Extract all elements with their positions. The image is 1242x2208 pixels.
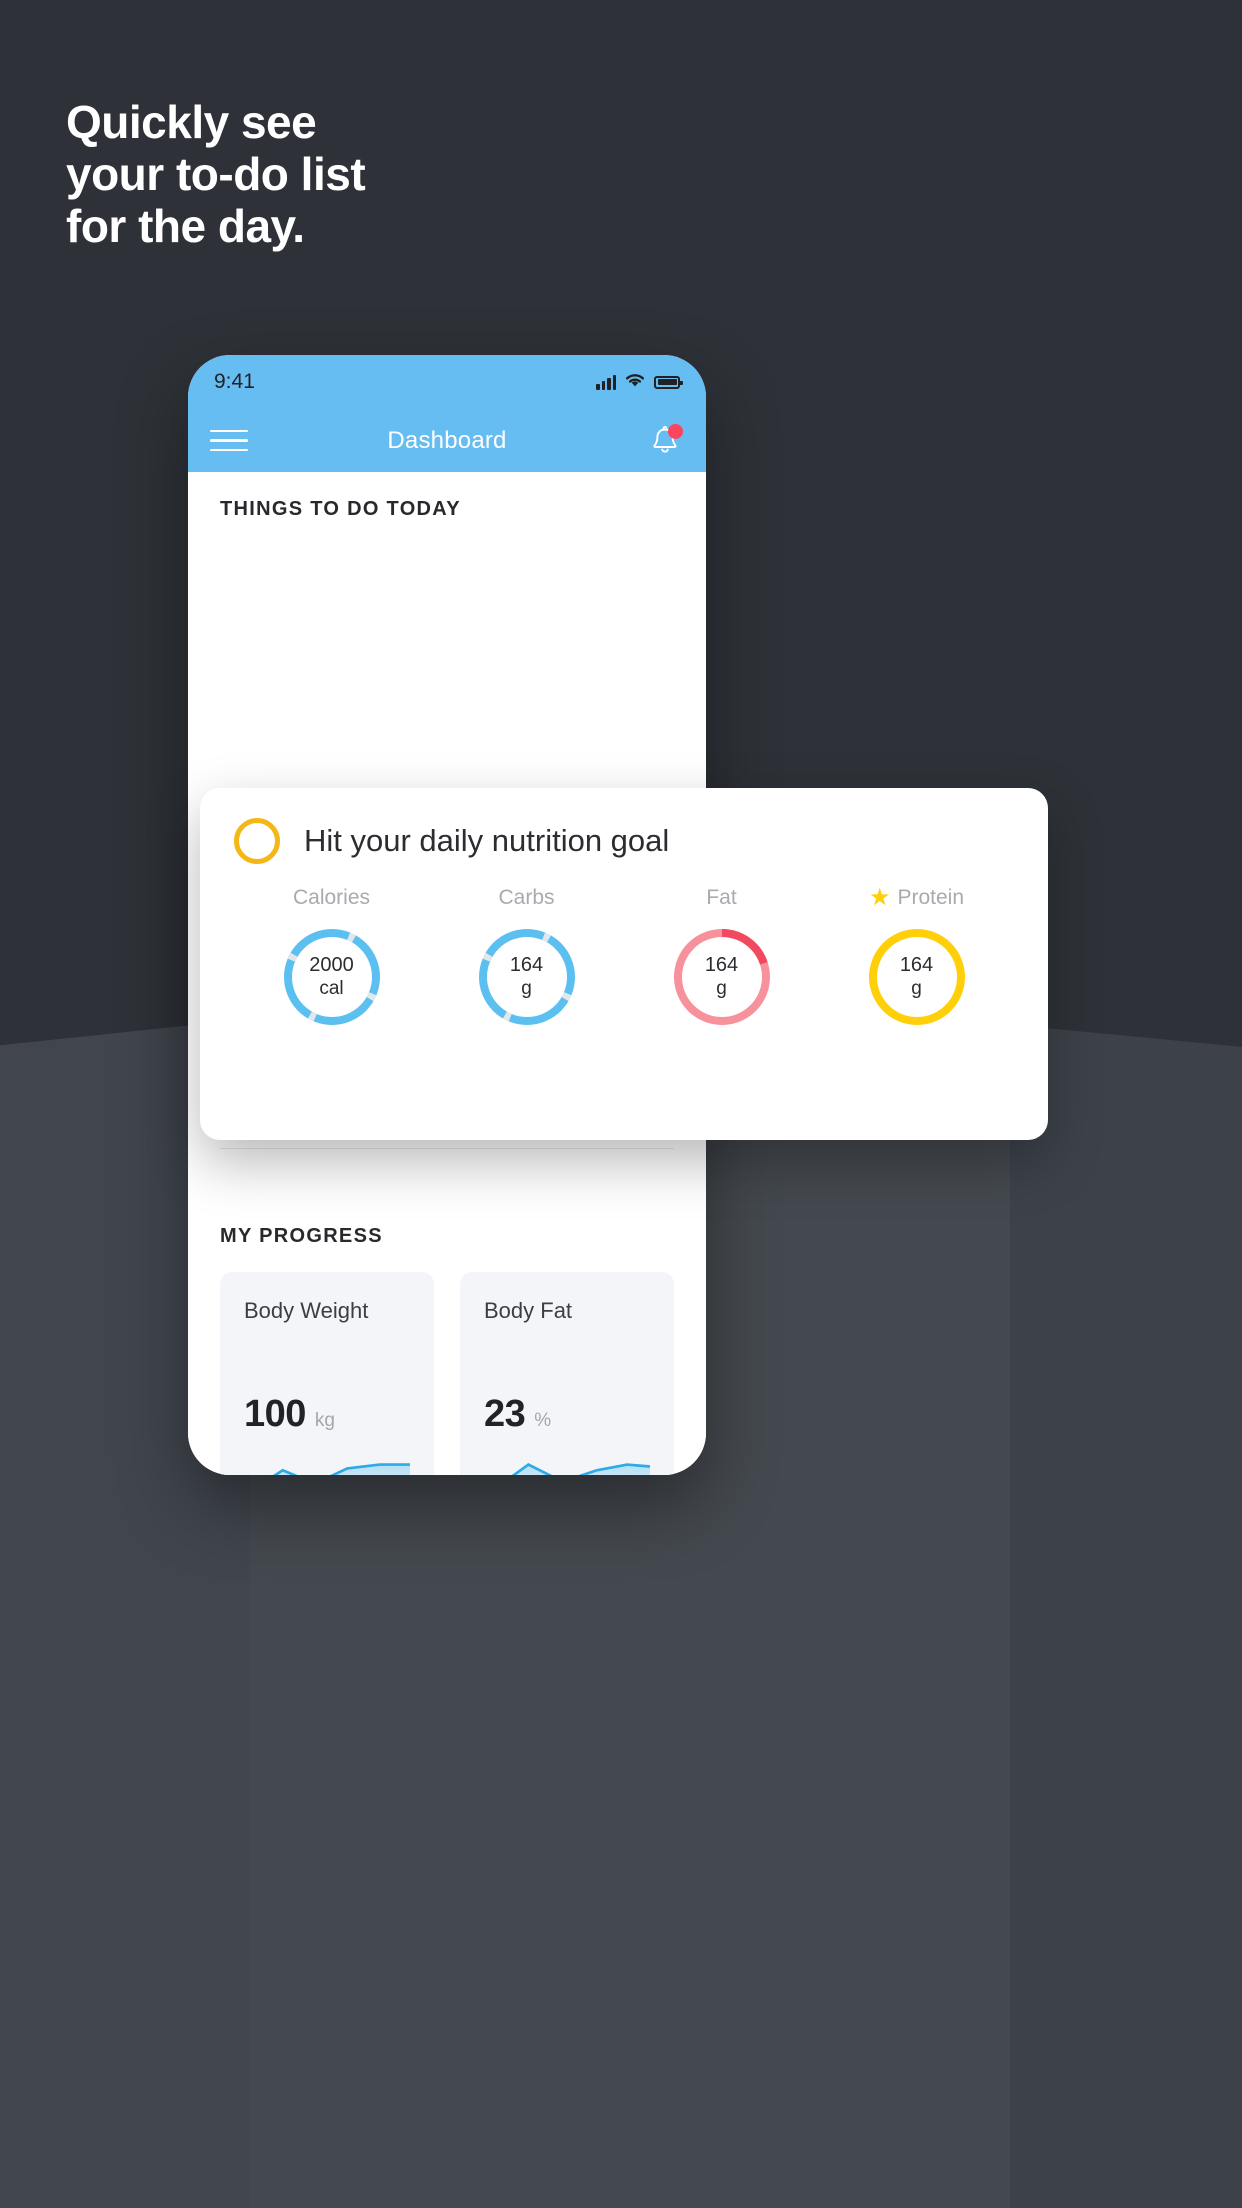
headline-line-3: for the day. [66,200,305,252]
page-title: Dashboard [387,426,507,454]
my-progress-section: MY PROGRESS Body Weight 100 kg Body Fat … [188,1225,706,1475]
macro-donut-carbs: 164 g [474,924,580,1030]
macro-donut-protein: 164 g [864,924,970,1030]
signal-icon [596,374,616,390]
status-bar-icons [596,371,683,393]
progress-card-unit: % [534,1410,552,1431]
progress-card-body-weight[interactable]: Body Weight 100 kg [220,1272,434,1475]
macro-donut-calories: 2000 cal [279,924,385,1030]
macro-label-group: ★ Protein [869,886,964,910]
app-nav-bar: Dashboard [188,409,706,472]
progress-card-value: 100 [244,1393,306,1435]
macro-label-group: Fat [706,886,736,910]
macro-donut-text: 164 g [669,924,775,1030]
star-icon: ★ [868,884,891,911]
macro-unit: cal [319,978,344,999]
macro-ring-list: Calories 2000 cal Carbs 164 g Fat 164 g … [234,886,1014,1030]
macro-value: 164 [509,954,544,976]
macro-donut-text: 164 g [864,924,970,1030]
wifi-icon [624,371,646,393]
macro-value: 164 [704,954,739,976]
sparkline-chart-body-fat [460,1463,650,1475]
macro-label: Fat [706,886,737,909]
headline-line-2: your to-do list [66,148,366,200]
macro-unit: g [716,978,727,999]
macro-donut-fat: 164 g [669,924,775,1030]
hamburger-menu-icon[interactable] [210,429,248,452]
status-bar: 9:41 [188,355,706,409]
status-bar-time: 9:41 [214,370,255,393]
headline-line-1: Quickly see [66,96,317,148]
progress-card-title: Body Weight [244,1298,369,1323]
marketing-headline: Quickly see your to-do list for the day. [66,96,686,252]
macro-label: Carbs [498,886,555,909]
progress-card-value: 23 [484,1393,526,1435]
my-progress-section-title: MY PROGRESS [220,1225,383,1247]
progress-card-title: Body Fat [484,1298,573,1323]
macro-fat[interactable]: Fat 164 g [624,886,819,1030]
nutrition-checkbox-ring[interactable] [234,818,280,864]
progress-card-value-group: 23 % [484,1393,551,1436]
nutrition-card-header: Hit your daily nutrition goal [234,818,1014,864]
macro-calories[interactable]: Calories 2000 cal [234,886,429,1030]
macro-value: 2000 [309,954,354,976]
macro-value: 164 [899,954,934,976]
macro-label: Calories [292,886,371,909]
things-to-do-section-title: THINGS TO DO TODAY [220,498,461,520]
macro-label-group: Calories [293,886,370,910]
macro-unit: g [911,978,922,999]
progress-card-value-group: 100 kg [244,1393,335,1436]
progress-card-unit: kg [314,1410,335,1431]
notification-badge [668,423,683,439]
nutrition-card-title: Hit your daily nutrition goal [304,823,670,858]
battery-icon [654,375,683,389]
macro-label: Protein [897,886,965,909]
progress-card-body-fat[interactable]: Body Fat 23 % [460,1272,674,1475]
macro-donut-text: 164 g [474,924,580,1030]
macro-donut-text: 2000 cal [279,924,385,1030]
progress-card-list: Body Weight 100 kg Body Fat 23 % [220,1272,674,1475]
sparkline-chart-body-weight [272,1463,410,1475]
macro-protein[interactable]: ★ Protein 164 g [819,886,1014,1030]
nutrition-goal-card[interactable]: Hit your daily nutrition goal Calories 2… [200,788,1048,1140]
macro-label-group: Carbs [498,886,554,910]
notification-bell-button[interactable] [646,422,684,460]
macro-carbs[interactable]: Carbs 164 g [429,886,624,1030]
macro-unit: g [521,978,532,999]
